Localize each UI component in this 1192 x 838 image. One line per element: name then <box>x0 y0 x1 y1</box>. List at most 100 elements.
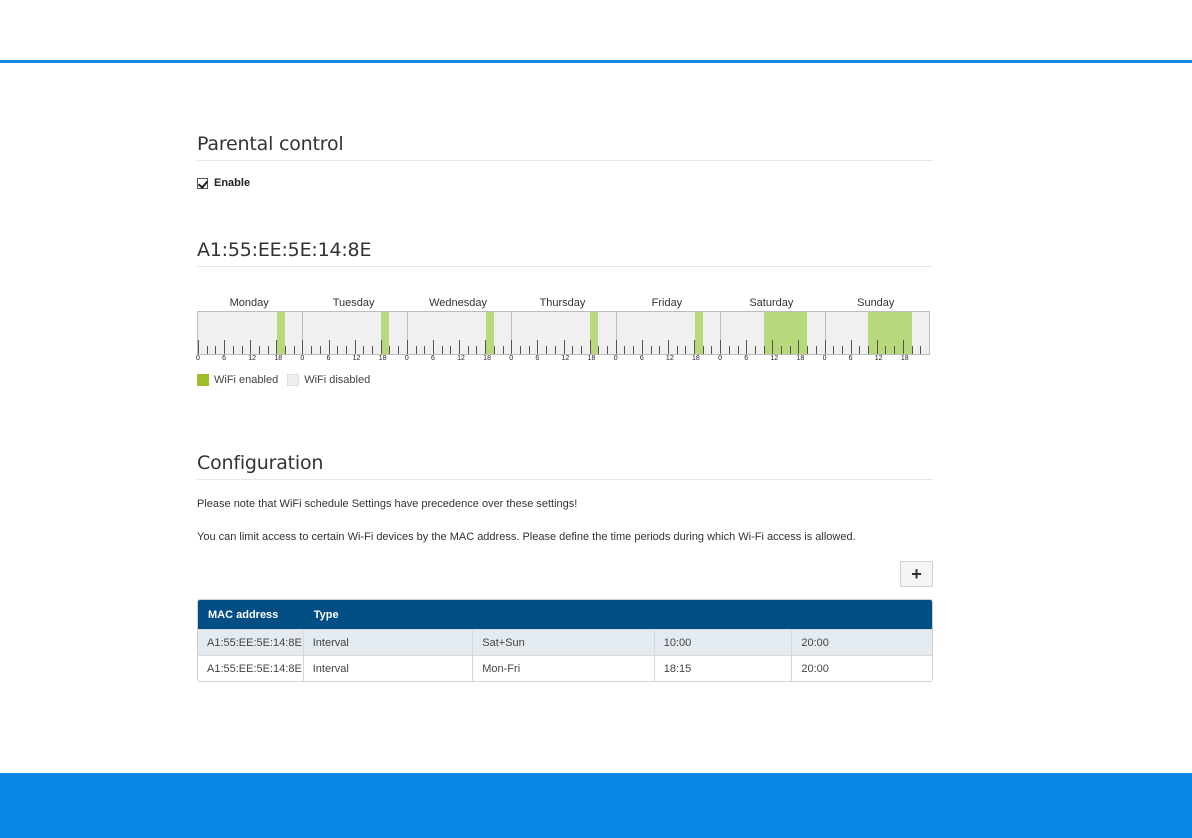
day-label-tuesday: Tuesday <box>332 297 375 309</box>
day-label-friday: Friday <box>651 297 683 309</box>
legend-disabled-label: WiFi disabled <box>304 374 371 386</box>
hour-tick <box>589 340 591 354</box>
enabled-interval-thursday <box>590 312 599 354</box>
hour-tick-label: 12 <box>874 355 883 362</box>
hour-tick-label: 12 <box>665 355 674 362</box>
day-labels: Monday Tuesday Wednesday Thursday Friday Satu… <box>197 297 930 311</box>
hour-tick-label: 0 <box>404 355 409 362</box>
hour-tick-label: 18 <box>692 355 700 362</box>
cell-end: 20:00 <box>801 662 829 675</box>
hour-tick <box>702 346 704 354</box>
hour-tick <box>511 340 513 354</box>
hour-tick-label: 12 <box>248 355 256 362</box>
hour-tick-label: 12 <box>561 355 570 362</box>
hour-tick-label: 12 <box>457 355 465 362</box>
table-row[interactable]: A1:55:EE:5E:14:8E Interval Mon-Fri 18:15 20:… <box>198 655 932 681</box>
hour-tick <box>459 340 461 354</box>
cell-start: 18:15 <box>655 656 793 681</box>
hour-tick <box>633 346 635 354</box>
hour-tick <box>728 346 730 354</box>
hour-tick-label: 18 <box>378 355 387 362</box>
hour-tick <box>467 346 469 354</box>
hour-tick <box>737 346 739 354</box>
hour-tick <box>502 346 504 354</box>
day-label-wednesday: Wednesday <box>429 297 487 309</box>
enabled-interval-friday <box>694 312 703 354</box>
mac-limit-note: You can limit access to certain Wi-Fi de… <box>197 531 856 543</box>
mac-schedule-table: MAC address Type A1:55:EE:5E:14:8E Interv… <box>197 599 933 682</box>
hour-tick <box>763 346 765 354</box>
hour-tick <box>598 346 600 354</box>
hour-tick <box>250 340 252 354</box>
hour-tick <box>198 340 199 354</box>
enable-row[interactable]: Enable <box>197 177 250 189</box>
hour-tick <box>850 340 852 354</box>
legend-enabled: WiFi enabled <box>197 374 278 386</box>
hour-tick-label: 18 <box>900 355 909 362</box>
hour-tick <box>519 346 521 354</box>
add-entry-button[interactable]: + <box>900 561 933 587</box>
hour-tick <box>319 346 321 354</box>
schedule-track <box>197 311 930 355</box>
table-header: MAC address Type <box>198 600 932 629</box>
hour-tick <box>841 346 843 354</box>
hour-tick <box>824 340 826 354</box>
hour-tick <box>215 346 217 354</box>
configuration-title: Configuration <box>197 452 933 480</box>
hour-tick-label: 0 <box>718 355 723 362</box>
hour-tick <box>389 346 391 354</box>
hour-tick-label: 6 <box>222 355 226 362</box>
hour-tick <box>781 346 783 354</box>
hour-tick <box>859 346 861 354</box>
table-body: A1:55:EE:5E:14:8E Interval Sat+Sun 10:00 20:… <box>198 629 932 681</box>
hour-tick <box>624 346 626 354</box>
table-row[interactable]: A1:55:EE:5E:14:8E Interval Sat+Sun 10:00 20:… <box>198 629 932 655</box>
hour-tick <box>302 340 304 354</box>
hour-tick <box>546 346 548 354</box>
hour-tick <box>580 346 582 354</box>
cell-type: Interval <box>304 656 474 681</box>
hour-tick-label: 6 <box>744 355 749 362</box>
hour-tick <box>572 346 574 354</box>
enabled-interval-monday <box>276 312 286 354</box>
header-type: Type <box>313 608 339 621</box>
hour-tick <box>424 346 426 354</box>
hour-tick <box>772 340 774 354</box>
precedence-note: Please note that WiFi schedule Settings … <box>197 498 578 510</box>
hour-tick <box>232 346 234 354</box>
hour-tick <box>885 346 887 354</box>
hour-tick <box>798 340 800 354</box>
day-label-sunday: Sunday <box>857 297 895 309</box>
cell-days: Sat+Sun <box>473 630 655 655</box>
enabled-interval-sunday <box>868 312 912 354</box>
hour-tick <box>485 340 487 354</box>
hour-tick <box>641 340 643 354</box>
hour-tick-label: 0 <box>613 355 618 362</box>
hour-tick <box>807 346 809 354</box>
hour-tick <box>615 340 617 354</box>
hour-tick <box>685 346 687 354</box>
hour-tick-label: 12 <box>770 355 779 362</box>
hour-tick <box>285 346 287 354</box>
hour-tick <box>815 346 817 354</box>
hour-tick <box>554 346 556 354</box>
header-divider <box>0 60 1192 63</box>
cell-mac: A1:55:EE:5E:14:8E <box>198 630 304 655</box>
enabled-interval-wednesday <box>485 312 494 354</box>
cell-start: 10:00 <box>655 630 793 655</box>
hour-tick <box>876 340 878 354</box>
footer-band <box>0 773 1192 838</box>
hour-tick <box>563 340 565 354</box>
hour-tick <box>267 346 269 354</box>
hour-tick-labels: 0 6 12 18 0 6 12 18 0 6 12 18 0 6 12 18 0 6 12 18 0 6 12 18 0 6 12… <box>196 355 930 365</box>
hour-tick <box>441 346 443 354</box>
hour-tick <box>667 340 669 354</box>
hour-tick <box>363 346 365 354</box>
hour-tick-label: 0 <box>509 355 514 362</box>
hour-tick-label: 0 <box>196 355 200 362</box>
enable-checkbox[interactable] <box>197 177 208 189</box>
legend-disabled: WiFi disabled <box>287 374 370 386</box>
day-label-thursday: Thursday <box>539 297 586 309</box>
hour-tick <box>711 346 713 354</box>
hour-tick <box>328 340 330 354</box>
